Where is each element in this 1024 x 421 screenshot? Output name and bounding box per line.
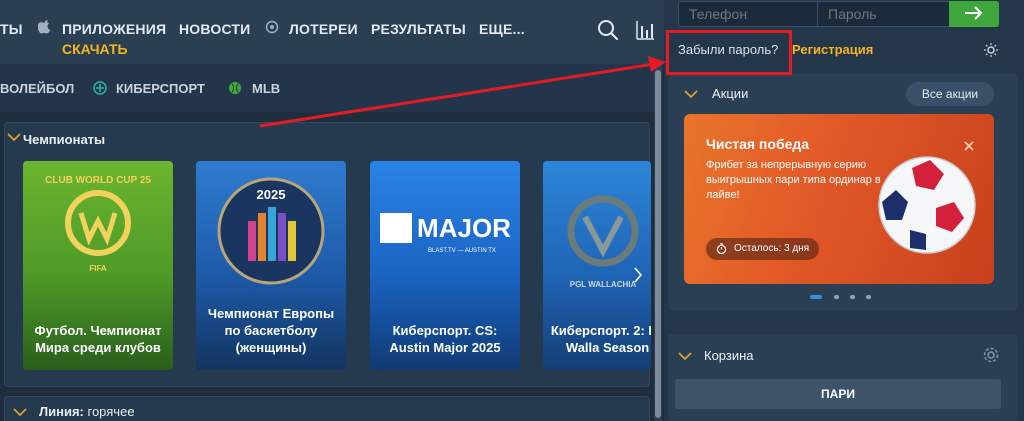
chevron-down-icon[interactable] xyxy=(13,406,27,420)
card-title: Киберспорт. 2: PGL Walla Season 5 xyxy=(550,323,651,355)
carousel-dot-active[interactable] xyxy=(810,295,822,299)
card-title: Киберспорт. CS: Austin Major 2025 xyxy=(389,323,501,355)
championships-panel: Чемпионаты CLUB WORLD CUP 25 FIFA Футбол… xyxy=(4,122,651,387)
scrollbar-thumb[interactable] xyxy=(655,70,661,418)
banner-text: Фрибет за непрерывную серию выигрышных п… xyxy=(706,159,881,201)
search-icon[interactable] xyxy=(597,19,619,41)
esports-icon xyxy=(93,81,107,98)
stopwatch-icon xyxy=(716,238,727,262)
fifa-text: FIFA xyxy=(89,264,107,273)
apple-icon xyxy=(37,20,51,38)
chevron-right-icon[interactable] xyxy=(633,267,643,288)
championship-card-basketball[interactable]: 2025 Чемпионат Европы по баскетболу (жен… xyxy=(196,161,346,370)
card-title: Чемпионат Европы по баскетболу (женщины) xyxy=(207,306,335,355)
eurobasket-logo: 2025 xyxy=(217,177,325,285)
carousel-dot[interactable] xyxy=(850,295,855,299)
nav-item-results[interactable]: РЕЗУЛЬТАТЫ xyxy=(371,21,466,37)
carousel-dot[interactable] xyxy=(866,295,871,299)
sport-esports[interactable]: КИБЕРСПОРТ xyxy=(116,81,205,96)
line-label-value: горячее xyxy=(87,404,135,419)
theme-toggle-icon[interactable] xyxy=(984,43,998,60)
card-art-text: PGL WALLACHIA xyxy=(570,280,637,289)
chevron-down-icon[interactable] xyxy=(678,350,692,364)
chevron-down-icon[interactable] xyxy=(7,131,21,145)
card-art-text: 2025 xyxy=(257,187,286,202)
all-promotions-button[interactable]: Все акции xyxy=(906,82,994,106)
promotions-title: Акции xyxy=(712,86,749,101)
championship-card-fifa[interactable]: CLUB WORLD CUP 25 FIFA Футбол. Чемпионат… xyxy=(23,161,173,370)
main-scrollbar[interactable] xyxy=(654,0,662,421)
promo-timer: Осталось: 3 дня xyxy=(706,238,820,262)
austin-major-logo: MAJOR BLAST.TV — AUSTIN TX xyxy=(380,213,511,254)
password-input[interactable] xyxy=(817,2,949,26)
gear-icon[interactable] xyxy=(982,346,1000,364)
timer-text: Осталось: 3 дня xyxy=(734,243,810,254)
sports-row: ВОЛЕЙБОЛ КИБЕРСПОРТ MLB xyxy=(0,64,654,112)
carousel-dot[interactable] xyxy=(834,295,839,299)
lottery-icon xyxy=(265,20,279,37)
register-link[interactable]: Регистрация xyxy=(792,42,873,57)
club-world-cup-logo: CLUB WORLD CUP 25 FIFA xyxy=(45,175,151,273)
line-label: Линия: горячее xyxy=(39,404,135,419)
cart-title: Корзина xyxy=(704,348,754,363)
login-submit-button[interactable] xyxy=(949,1,999,27)
card-art-text: MAJOR xyxy=(417,213,511,243)
baseball-icon xyxy=(228,81,242,98)
top-nav: ТЫ ПРИЛОЖЕНИЯ СКАЧАТЬ НОВОСТИ ЛОТЕРЕИ РЕ… xyxy=(0,0,664,64)
banner-title: Чистая победа xyxy=(706,136,810,152)
nav-item-partial[interactable]: ТЫ xyxy=(0,21,23,37)
championships-title: Чемпионаты xyxy=(23,132,106,147)
nav-item-lotteries[interactable]: ЛОТЕРЕИ xyxy=(289,21,358,37)
cart-panel: Корзина ПАРИ xyxy=(668,334,1018,421)
championship-card-pgl[interactable]: PGL WALLACHIA Киберспорт. 2: PGL Walla S… xyxy=(543,161,651,370)
line-section[interactable]: Линия: горячее xyxy=(4,396,650,421)
download-link[interactable]: СКАЧАТЬ xyxy=(62,41,128,57)
nav-item-more[interactable]: ЕЩЕ... xyxy=(479,21,525,37)
arrow-right-icon xyxy=(965,6,983,20)
annotation-highlight-box xyxy=(666,30,792,75)
login-form xyxy=(678,1,999,27)
sport-mlb[interactable]: MLB xyxy=(252,81,280,96)
promotions-panel: Акции Все акции Чистая победа Фрибет за … xyxy=(668,74,1018,310)
phone-input[interactable] xyxy=(679,2,817,26)
line-label-key: Линия: xyxy=(39,404,84,419)
nav-item-news[interactable]: НОВОСТИ xyxy=(179,21,250,37)
card-art-sub: BLAST.TV — AUSTIN TX xyxy=(428,248,496,254)
promo-banner[interactable]: Чистая победа Фрибет за непрерывную сери… xyxy=(684,114,994,284)
soccer-ball-icon xyxy=(878,156,976,254)
card-title: Футбол. Чемпионат Мира среди клубов xyxy=(34,323,162,355)
nav-item-apps[interactable]: ПРИЛОЖЕНИЯ xyxy=(62,21,166,37)
sport-volleyball[interactable]: ВОЛЕЙБОЛ xyxy=(0,81,74,96)
card-art-text: CLUB WORLD CUP 25 xyxy=(45,175,151,186)
pari-button[interactable]: ПАРИ xyxy=(675,379,1001,409)
championship-card-cs-major[interactable]: MAJOR BLAST.TV — AUSTIN TX Киберспорт. C… xyxy=(370,161,520,370)
chevron-down-icon[interactable] xyxy=(684,88,698,102)
